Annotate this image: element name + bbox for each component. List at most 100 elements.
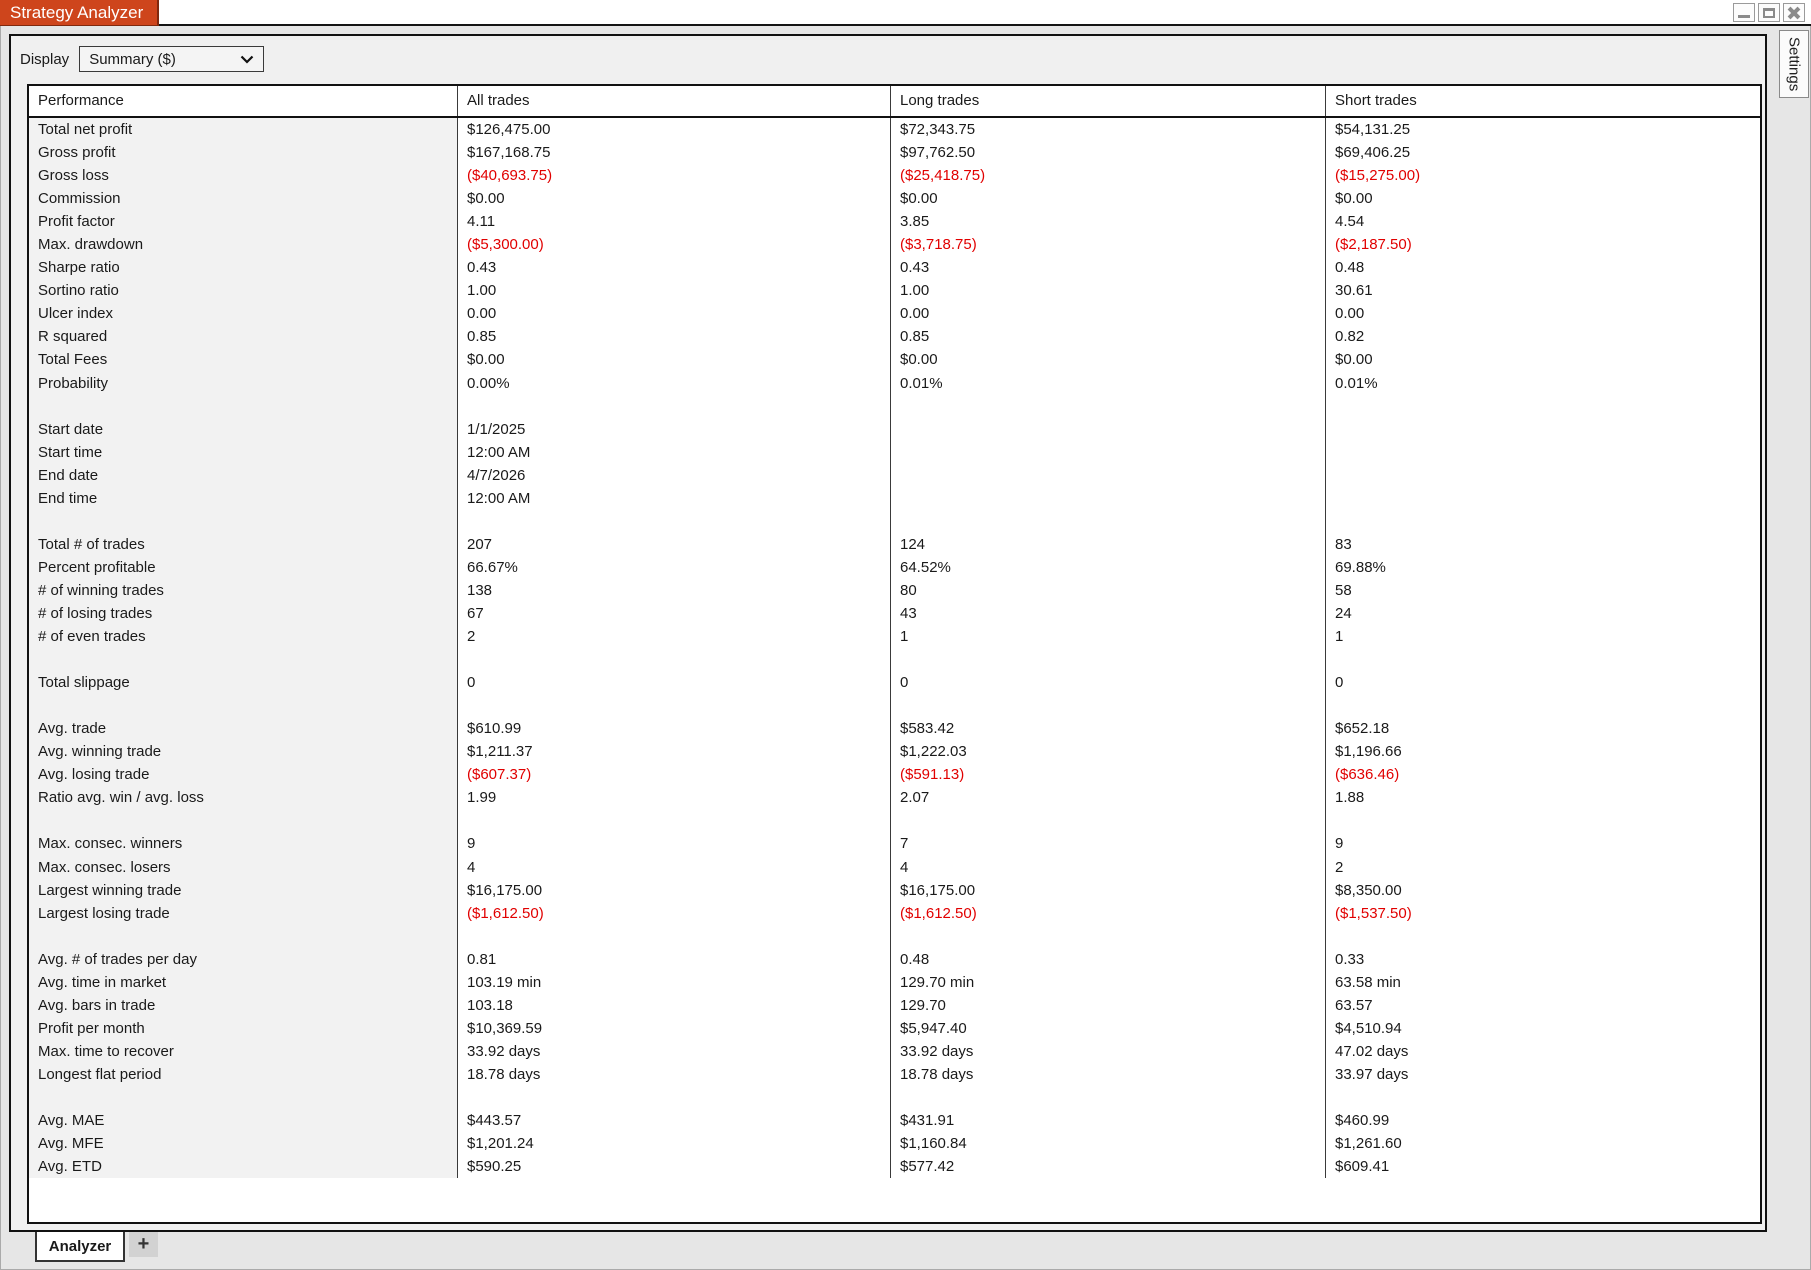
row-value: 47.02 days [1326,1040,1760,1063]
row-value: 67 [458,602,891,625]
row-value: 63.57 [1326,994,1760,1017]
row-value: $1,201.24 [458,1132,891,1155]
row-value [1326,510,1760,533]
row-value: $16,175.00 [891,879,1326,902]
row-label: Total slippage [29,671,458,694]
table-row: End time12:00 AM [29,487,1760,510]
minimize-icon [1738,15,1750,18]
row-value: ($25,418.75) [891,164,1326,187]
table-row: Max. drawdown($5,300.00)($3,718.75)($2,1… [29,233,1760,256]
row-value [891,1086,1326,1109]
display-toolbar: Display Summary ($) [20,46,264,72]
tab-analyzer[interactable]: Analyzer [35,1232,125,1262]
display-dropdown-value: Summary ($) [89,51,176,68]
row-value: $5,947.40 [891,1017,1326,1040]
row-value: 1/1/2025 [458,418,891,441]
row-value [1326,487,1760,510]
row-value: 12:00 AM [458,441,891,464]
row-value: ($3,718.75) [891,233,1326,256]
table-row: Ratio avg. win / avg. loss1.992.071.88 [29,786,1760,809]
row-label: Max. time to recover [29,1040,458,1063]
row-value: 0.00% [458,372,891,395]
table-row: Avg. ETD$590.25$577.42$609.41 [29,1155,1760,1178]
row-value: 0.43 [458,256,891,279]
row-value [891,925,1326,948]
table-row [29,648,1760,671]
row-value [1326,441,1760,464]
maximize-button[interactable] [1758,3,1780,22]
settings-side-tab[interactable]: Settings [1779,30,1809,98]
row-value [891,648,1326,671]
row-value: $54,131.25 [1326,118,1760,141]
row-value: $0.00 [1326,187,1760,210]
row-label: Commission [29,187,458,210]
row-value [1326,648,1760,671]
add-tab-button[interactable]: + [129,1232,158,1257]
row-value: 129.70 [891,994,1326,1017]
row-value: 0 [1326,671,1760,694]
row-value: 0.48 [891,948,1326,971]
row-value: 0.01% [1326,372,1760,395]
row-value: 1.88 [1326,786,1760,809]
row-label: End date [29,464,458,487]
table-row: Profit per month$10,369.59$5,947.40$4,51… [29,1017,1760,1040]
row-value: 0 [891,671,1326,694]
row-label: # of even trades [29,625,458,648]
row-value: 18.78 days [891,1063,1326,1086]
row-value [458,648,891,671]
row-value: 69.88% [1326,556,1760,579]
row-label: Max. consec. losers [29,856,458,879]
row-value [891,487,1326,510]
row-value: 3.85 [891,210,1326,233]
table-row: Total # of trades20712483 [29,533,1760,556]
row-value: 7 [891,832,1326,855]
row-value: ($591.13) [891,763,1326,786]
row-value: 1 [891,625,1326,648]
table-row: Longest flat period18.78 days18.78 days3… [29,1063,1760,1086]
row-value: $1,211.37 [458,740,891,763]
close-button[interactable] [1783,3,1805,22]
row-value: 0.00 [891,302,1326,325]
row-value: 58 [1326,579,1760,602]
table-row: Sharpe ratio0.430.430.48 [29,256,1760,279]
table-row: Largest winning trade$16,175.00$16,175.0… [29,879,1760,902]
table-row: Avg. MFE$1,201.24$1,160.84$1,261.60 [29,1132,1760,1155]
row-label [29,1086,458,1109]
minimize-button[interactable] [1733,3,1755,22]
row-value: 33.92 days [458,1040,891,1063]
row-value: $609.41 [1326,1155,1760,1178]
row-value [1326,1086,1760,1109]
row-label: Longest flat period [29,1063,458,1086]
row-label: Total net profit [29,118,458,141]
main-panel: Display Summary ($) Performance All trad… [9,34,1767,1232]
row-value: 103.18 [458,994,891,1017]
window-controls [1733,3,1805,22]
row-value: 30.61 [1326,279,1760,302]
window-title: Strategy Analyzer [0,0,159,26]
table-row: Profit factor4.113.854.54 [29,210,1760,233]
row-value: ($1,612.50) [458,902,891,925]
row-label: Max. drawdown [29,233,458,256]
row-label: Avg. ETD [29,1155,458,1178]
row-value: 9 [458,832,891,855]
table-row: Gross profit$167,168.75$97,762.50$69,406… [29,141,1760,164]
display-dropdown[interactable]: Summary ($) [79,46,264,72]
row-value [891,464,1326,487]
window-titlebar: Strategy Analyzer [0,0,1811,26]
row-value: $443.57 [458,1109,891,1132]
row-label: Avg. # of trades per day [29,948,458,971]
row-value: $72,343.75 [891,118,1326,141]
row-value: 124 [891,533,1326,556]
row-value: 4.11 [458,210,891,233]
chevron-down-icon [240,55,254,64]
table-row: Sortino ratio1.001.0030.61 [29,279,1760,302]
column-header-short-trades: Short trades [1326,86,1760,116]
row-label [29,694,458,717]
row-value: 43 [891,602,1326,625]
table-row: Avg. losing trade($607.37)($591.13)($636… [29,763,1760,786]
row-value: 2 [1326,856,1760,879]
row-value [1326,418,1760,441]
row-value: 207 [458,533,891,556]
table-row: Total slippage000 [29,671,1760,694]
row-value: 1.99 [458,786,891,809]
